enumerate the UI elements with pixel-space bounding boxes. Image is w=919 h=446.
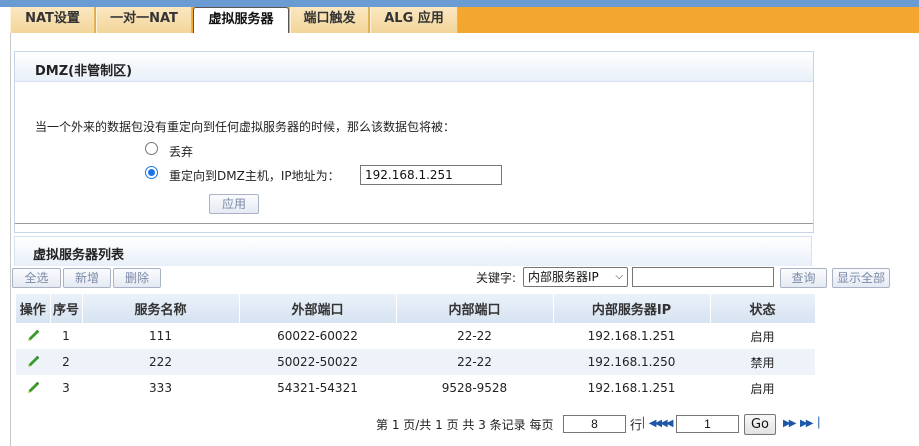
internal-port: 22-22 — [396, 349, 553, 375]
table-header-row: 操作 序号 服务名称 外部端口 内部端口 内部服务器IP 状态 — [16, 294, 816, 323]
last-page-icon[interactable]: ▶▶▕ — [800, 418, 819, 429]
pager-summary: 第 1 页/共 1 页 共 3 条记录 每页 — [376, 418, 554, 432]
external-port: 60022-60022 — [239, 323, 396, 349]
per-page-input[interactable] — [563, 415, 626, 433]
next-page-icon[interactable]: ▶▶ — [783, 418, 796, 429]
internal-port: 22-22 — [396, 323, 553, 349]
show-all-button[interactable]: 显示全部 — [832, 268, 890, 288]
column-header[interactable]: 内部端口 — [396, 294, 554, 323]
table-row[interactable]: 2 222 50022-50022 22-22 192.168.1.250 禁用 — [16, 349, 815, 375]
column-header[interactable]: 外部端口 — [239, 294, 397, 323]
discard-label: 丢弃 — [169, 145, 194, 159]
status-text: 禁用 — [710, 349, 815, 375]
chevron-down-icon: ⌵ — [615, 271, 623, 282]
search-button[interactable]: 查询 — [780, 268, 827, 288]
table-row[interactable]: 1 111 60022-60022 22-22 192.168.1.251 启用 — [16, 323, 815, 349]
column-header[interactable]: 内部服务器IP — [553, 294, 711, 323]
keyword-select-value: 内部服务器IP — [528, 270, 599, 284]
edit-cell[interactable] — [16, 375, 50, 401]
vs-list-header: 虚拟服务器列表 — [14, 236, 812, 266]
edit-cell[interactable] — [16, 349, 50, 375]
dmz-panel-header: DMZ(非管制区) — [15, 52, 813, 82]
virtual-server-table: 操作 序号 服务名称 外部端口 内部端口 内部服务器IP 状态 1 111 60… — [16, 294, 816, 401]
pencil-icon[interactable] — [25, 354, 41, 370]
dmz-panel: DMZ(非管制区) 当一个外来的数据包没有重定向到任何虚拟服务器的时候，那么该数… — [14, 51, 814, 233]
column-header[interactable]: 状态 — [710, 294, 816, 323]
table-row[interactable]: 3 333 54321-54321 9528-9528 192.168.1.25… — [16, 375, 815, 401]
status-text: 启用 — [710, 323, 815, 349]
first-page-icon[interactable]: ▏◀◀ — [643, 418, 662, 429]
status-text: 启用 — [710, 375, 815, 401]
page-number-input[interactable] — [676, 415, 739, 433]
column-header[interactable]: 序号 — [50, 294, 83, 323]
discard-radio[interactable] — [145, 142, 158, 155]
keyword-select[interactable]: 内部服务器IP ⌵ — [523, 267, 628, 287]
select-all-button[interactable]: 全选 — [12, 268, 61, 288]
tab-virtual-server[interactable]: 虚拟服务器 — [193, 7, 289, 34]
dmz-title: DMZ(非管制区) — [35, 64, 133, 79]
dmz-divider — [15, 223, 813, 224]
external-port: 54321-54321 — [239, 375, 396, 401]
edit-cell[interactable] — [16, 323, 50, 349]
dmz-description: 当一个外来的数据包没有重定向到任何虚拟服务器的时候，那么该数据包将被： — [35, 120, 456, 134]
per-page-unit: 行 — [630, 418, 643, 432]
service-name: 222 — [82, 349, 239, 375]
prev-page-icon[interactable]: ◀◀ — [660, 418, 673, 429]
internal-server-ip: 192.168.1.250 — [553, 349, 710, 375]
vs-list-title: 虚拟服务器列表 — [33, 248, 125, 263]
column-header[interactable]: 服务名称 — [82, 294, 240, 323]
internal-port: 9528-9528 — [396, 375, 553, 401]
tab-bar-margin — [0, 7, 10, 33]
pencil-icon[interactable] — [25, 328, 41, 344]
go-button[interactable]: Go — [744, 414, 776, 435]
delete-button[interactable]: 删除 — [113, 268, 161, 288]
tab-nat-settings[interactable]: NAT设置 — [10, 7, 95, 33]
internal-server-ip: 192.168.1.251 — [553, 323, 710, 349]
keyword-input[interactable] — [632, 267, 774, 287]
tab-alg[interactable]: ALG 应用 — [370, 7, 458, 33]
tab-port-trigger[interactable]: 端口触发 — [290, 7, 369, 33]
tab-one-to-one-nat[interactable]: 一对一NAT — [96, 7, 192, 33]
row-index: 2 — [50, 349, 82, 375]
row-index: 1 — [50, 323, 82, 349]
redirect-dmz-label: 重定向到DMZ主机，IP地址为： — [169, 169, 340, 183]
column-header: 操作 — [16, 294, 51, 323]
service-name: 333 — [82, 375, 239, 401]
keyword-label: 关键字: — [476, 271, 517, 285]
pencil-icon[interactable] — [25, 380, 41, 396]
top-accent-line — [0, 0, 919, 7]
apply-button[interactable]: 应用 — [209, 194, 259, 214]
redirect-dmz-radio[interactable] — [145, 166, 158, 179]
external-port: 50022-50022 — [239, 349, 396, 375]
row-index: 3 — [50, 375, 82, 401]
service-name: 111 — [82, 323, 239, 349]
dmz-ip-input[interactable] — [360, 165, 502, 185]
add-button[interactable]: 新增 — [63, 268, 111, 288]
internal-server-ip: 192.168.1.251 — [553, 375, 710, 401]
